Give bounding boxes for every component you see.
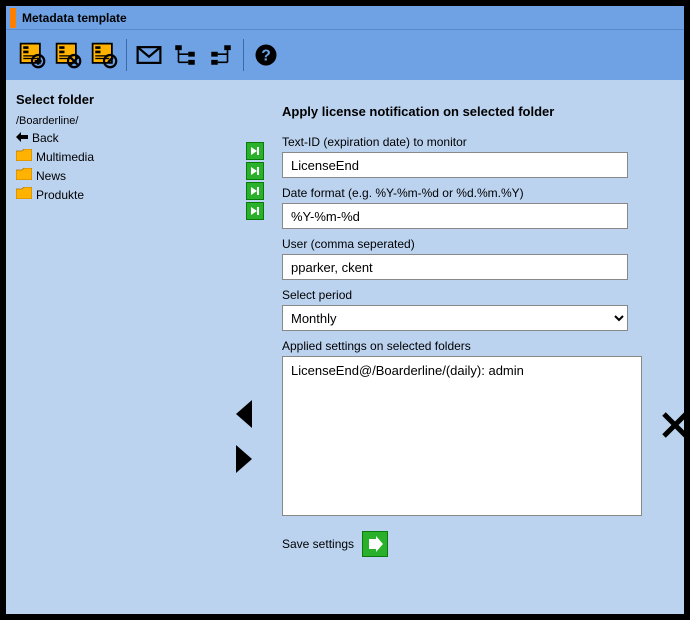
- folder-item[interactable]: Multimedia: [16, 147, 254, 166]
- textid-label: Text-ID (expiration date) to monitor: [282, 135, 666, 149]
- folder-label: News: [36, 169, 254, 183]
- folder-item[interactable]: Produkte: [16, 185, 254, 204]
- period-label: Select period: [282, 288, 666, 302]
- next-arrow[interactable]: [234, 445, 254, 476]
- back-button[interactable]: Back: [16, 129, 254, 147]
- toolbar-separator: [126, 39, 127, 71]
- user-input[interactable]: [282, 254, 628, 280]
- sidebar: Select folder /Boarderline/ Back Multime…: [6, 80, 264, 614]
- template-add-button[interactable]: [16, 39, 48, 71]
- back-label: Back: [32, 131, 59, 145]
- dateformat-input[interactable]: [282, 203, 628, 229]
- folder-label: Multimedia: [36, 150, 254, 164]
- titlebar: Metadata template: [6, 6, 684, 30]
- folder-item[interactable]: News: [16, 166, 254, 185]
- folder-icon: [16, 149, 32, 164]
- back-arrow-icon: [16, 131, 28, 145]
- titlebar-accent: [10, 8, 16, 28]
- window-title: Metadata template: [22, 11, 127, 25]
- hierarchy-right-button[interactable]: [205, 39, 237, 71]
- folder-path: /Boarderline/: [16, 115, 254, 127]
- toolbar-separator: [243, 39, 244, 71]
- save-label: Save settings: [282, 537, 354, 551]
- template-delete-button[interactable]: [52, 39, 84, 71]
- folder-select-arrows: [246, 142, 264, 220]
- prev-arrow[interactable]: [234, 400, 254, 431]
- select-folder-arrow[interactable]: [246, 142, 264, 160]
- form-panel: Apply license notification on selected f…: [264, 80, 684, 614]
- sidebar-heading: Select folder: [16, 92, 254, 107]
- select-folder-arrow[interactable]: [246, 182, 264, 200]
- textid-input[interactable]: [282, 152, 628, 178]
- hierarchy-left-button[interactable]: [169, 39, 201, 71]
- mail-button[interactable]: [133, 39, 165, 71]
- template-edit-button[interactable]: [88, 39, 120, 71]
- applied-textarea[interactable]: LicenseEnd@/Boarderline/(daily): admin: [282, 356, 642, 516]
- folder-label: Produkte: [36, 188, 254, 202]
- nav-arrows: [234, 400, 254, 476]
- save-button[interactable]: [362, 531, 388, 557]
- select-folder-arrow[interactable]: [246, 162, 264, 180]
- dateformat-label: Date format (e.g. %Y-%m-%d or %d.%m.%Y): [282, 186, 666, 200]
- folder-icon: [16, 187, 32, 202]
- applied-label: Applied settings on selected folders: [282, 339, 666, 353]
- svg-text:?: ?: [261, 47, 271, 64]
- help-button[interactable]: ?: [250, 39, 282, 71]
- period-select[interactable]: Monthly: [282, 305, 628, 331]
- toolbar: ?: [6, 30, 684, 80]
- select-folder-arrow[interactable]: [246, 202, 264, 220]
- user-label: User (comma seperated): [282, 237, 666, 251]
- folder-icon: [16, 168, 32, 183]
- form-heading: Apply license notification on selected f…: [282, 104, 666, 119]
- close-button[interactable]: [660, 410, 690, 443]
